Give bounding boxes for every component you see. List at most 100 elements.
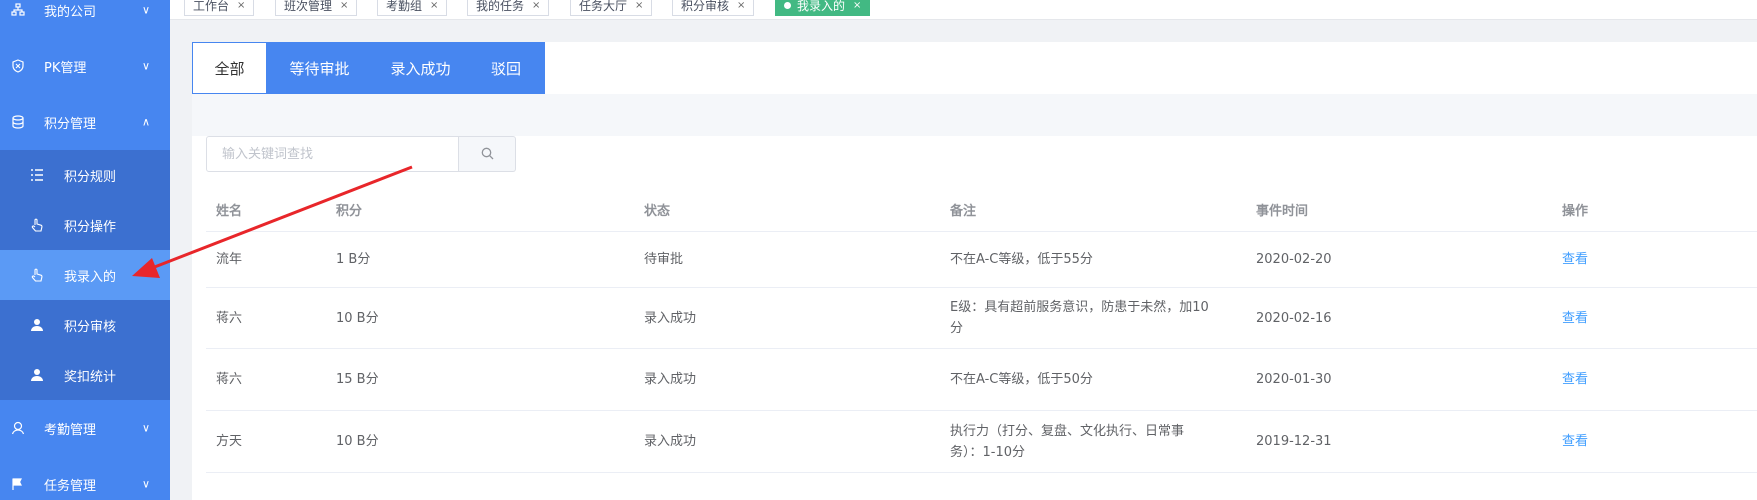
cell-points: 15 B分: [336, 372, 379, 387]
close-icon[interactable]: ×: [430, 0, 438, 11]
main-card: 全部 等待审批 录入成功 驳回 姓名 积分 状态 备注 事件时间 操作 流年 1…: [192, 42, 1757, 500]
cell-time: 2020-02-20: [1256, 252, 1332, 267]
tag-task-hall[interactable]: 任务大厅 ×: [570, 0, 653, 16]
sidebar-item-pk[interactable]: PK管理 ∨: [0, 38, 170, 94]
database-icon: [11, 115, 25, 129]
sidebar-item-label: 我录入的: [64, 269, 117, 285]
cell-note: E级：具有超前服务意识，防患于未然，加10分: [950, 300, 1209, 336]
sidebar-item-label: 我的公司: [44, 4, 97, 20]
cell-status: 录入成功: [644, 434, 697, 449]
tab-pending[interactable]: 等待审批: [266, 43, 373, 93]
close-icon[interactable]: ×: [532, 0, 540, 11]
org-icon: [11, 3, 25, 17]
column-header: 备注: [950, 204, 977, 219]
tag-my-entries[interactable]: 我录入的 ×: [775, 0, 871, 16]
chevron-up-icon: ∧: [141, 115, 150, 129]
tag-label: 工作台: [193, 0, 230, 13]
view-link[interactable]: 查看: [1562, 372, 1588, 387]
list-icon: [30, 168, 44, 182]
sidebar-item-label: 任务管理: [44, 478, 97, 494]
sidebar: 我的公司 ∨ PK管理 ∨ 积分管理 ∧ 积分规则 积分操作 我录入的 积分审核…: [0, 0, 170, 500]
pk-icon: [11, 59, 25, 73]
table-row: 方天 10 B分 录入成功 执行力（打分、复盘、文化执行、日常事务）：1-10分…: [206, 411, 1757, 473]
cell-note: 不在A-C等级，低于50分: [950, 372, 1093, 387]
sidebar-item-points[interactable]: 积分管理 ∧: [0, 94, 170, 150]
tab-rejected[interactable]: 驳回: [468, 43, 544, 93]
sidebar-item-reward-stats[interactable]: 奖扣统计: [0, 350, 170, 400]
flag-icon: [11, 477, 25, 491]
cell-name: 蒋六: [216, 372, 243, 387]
cell-points: 10 B分: [336, 310, 379, 326]
tag-label: 任务大厅: [579, 0, 628, 13]
cell-name: 蒋六: [216, 310, 243, 326]
sidebar-item-company[interactable]: 我的公司 ∨: [0, 0, 170, 38]
sidebar-item-my-entries[interactable]: 我录入的: [0, 250, 170, 300]
cell-time: 2020-02-16: [1256, 310, 1332, 326]
tag-my-tasks[interactable]: 我的任务 ×: [467, 0, 550, 16]
cell-points: 1 B分: [336, 252, 371, 267]
cell-time: 2019-12-31: [1256, 434, 1332, 449]
tag-label: 积分审核: [681, 0, 730, 13]
cell-note: 不在A-C等级，低于55分: [950, 252, 1093, 267]
cell-status: 待审批: [644, 252, 684, 267]
tag-shift-management[interactable]: 班次管理 ×: [275, 0, 358, 16]
sidebar-item-points-operation[interactable]: 积分操作: [0, 200, 170, 250]
sidebar-item-label: 积分管理: [44, 116, 97, 132]
table-row: 蒋六 15 B分 录入成功 不在A-C等级，低于50分 2020-01-30 查…: [206, 349, 1757, 411]
sidebar-item-label: PK管理: [44, 60, 87, 76]
tag-label: 我录入的: [797, 0, 846, 13]
tab-all[interactable]: 全部: [193, 43, 266, 93]
search-input[interactable]: [206, 136, 460, 172]
chevron-down-icon: ∨: [141, 3, 150, 17]
column-header: 状态: [644, 204, 671, 219]
cell-points: 10 B分: [336, 434, 379, 449]
attendance-icon: [11, 421, 25, 435]
tag-points-review[interactable]: 积分审核 ×: [672, 0, 755, 16]
cell-name: 流年: [216, 252, 243, 267]
tag-label: 班次管理: [284, 0, 333, 13]
column-header: 事件时间: [1256, 204, 1309, 219]
sidebar-item-attendance[interactable]: 考勤管理 ∨: [0, 400, 170, 456]
search-bar: [206, 136, 516, 172]
status-tabs: 全部 等待审批 录入成功 驳回: [192, 42, 545, 94]
tag-workbench[interactable]: 工作台 ×: [184, 0, 255, 16]
close-icon[interactable]: ×: [737, 0, 745, 11]
user-icon: [30, 368, 44, 382]
cell-note: 执行力（打分、复盘、文化执行、日常事务）：1-10分: [950, 423, 1185, 460]
sidebar-item-label: 奖扣统计: [64, 369, 117, 385]
tag-attendance-group[interactable]: 考勤组 ×: [377, 0, 448, 16]
cell-status: 录入成功: [644, 310, 697, 326]
search-button[interactable]: [459, 136, 516, 172]
hand-pointer-icon: [30, 218, 44, 232]
column-header: 操作: [1562, 204, 1589, 219]
tag-label: 我的任务: [476, 0, 525, 13]
view-link[interactable]: 查看: [1562, 252, 1588, 267]
sidebar-item-label: 考勤管理: [44, 422, 97, 438]
sidebar-item-points-review[interactable]: 积分审核: [0, 300, 170, 350]
chevron-down-icon: ∨: [141, 59, 150, 73]
close-icon[interactable]: ×: [635, 0, 643, 11]
table-header: 姓名 积分 状态 备注 事件时间 操作: [206, 192, 1757, 232]
sidebar-item-tasks[interactable]: 任务管理 ∨: [0, 456, 170, 500]
active-dot-icon: [784, 1, 791, 9]
tabs-strip: [192, 94, 1757, 136]
tab-success[interactable]: 录入成功: [373, 43, 468, 93]
sidebar-item-points-rules[interactable]: 积分规则: [0, 150, 170, 200]
tags-view-bar: 工作台 × 班次管理 × 考勤组 × 我的任务 × 任务大厅 × 积分审核 × 我录入的 ×: [170, 0, 1757, 20]
view-link[interactable]: 查看: [1562, 311, 1588, 326]
table-row: 流年 1 B分 待审批 不在A-C等级，低于55分 2020-02-20 查看: [206, 232, 1757, 288]
cell-time: 2020-01-30: [1256, 372, 1332, 387]
entries-table: 姓名 积分 状态 备注 事件时间 操作 流年 1 B分 待审批 不在A-C等级，…: [206, 192, 1757, 473]
sidebar-item-label: 积分规则: [64, 169, 117, 185]
search-icon: [481, 145, 494, 164]
view-link[interactable]: 查看: [1562, 434, 1588, 449]
close-icon[interactable]: ×: [853, 0, 861, 11]
close-icon[interactable]: ×: [237, 0, 245, 11]
tag-label: 考勤组: [386, 0, 423, 13]
points-submenu: 积分规则 积分操作 我录入的 积分审核 奖扣统计: [0, 150, 170, 400]
cell-status: 录入成功: [644, 372, 697, 387]
chevron-down-icon: ∨: [141, 477, 150, 491]
close-icon[interactable]: ×: [340, 0, 348, 11]
column-header: 姓名: [216, 204, 243, 219]
table-row: 蒋六 10 B分 录入成功 E级：具有超前服务意识，防患于未然，加10分 202…: [206, 288, 1757, 349]
